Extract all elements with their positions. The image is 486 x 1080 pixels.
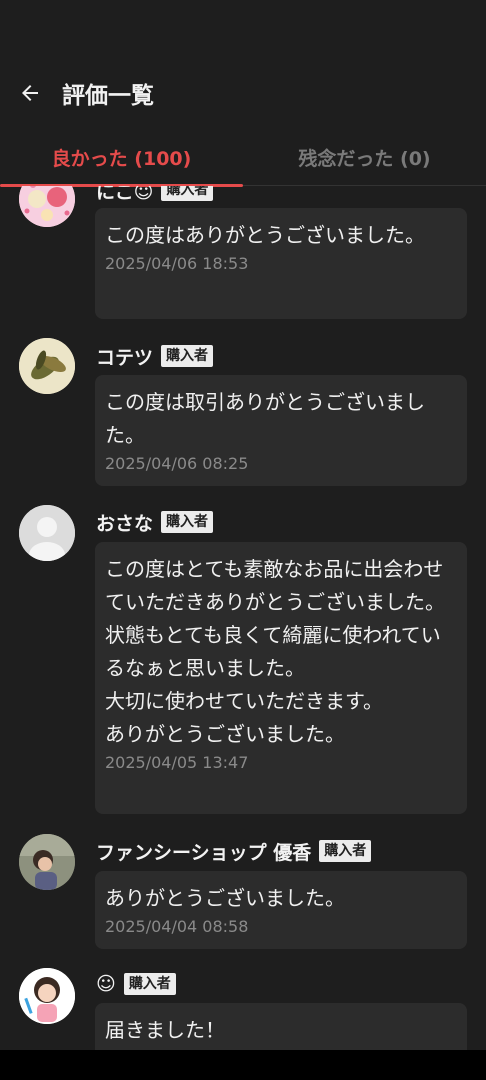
buyer-badge: 購入者 [123, 973, 176, 995]
review-message: この度はありがとうございました。 [105, 223, 425, 247]
default-avatar-icon [19, 505, 75, 561]
buyer-badge: 購入者 [319, 840, 372, 862]
system-navigation-bar [0, 1050, 486, 1080]
tab-good[interactable]: 良かった (100) [0, 128, 243, 187]
avatar[interactable] [19, 505, 75, 561]
reviewer-name[interactable]: ファンシーショップ 優香 [96, 838, 311, 865]
tab-bar: 良かった (100) 残念だった (0) [0, 128, 486, 187]
reviewer-name[interactable]: コテツ [96, 343, 153, 370]
review-message: ありがとうございました。 [105, 886, 345, 910]
review-timestamp: 2025/04/06 08:25 [105, 454, 249, 473]
avatar[interactable] [19, 186, 75, 227]
avatar[interactable] [19, 338, 75, 394]
review-message: 届きました！ [105, 1018, 225, 1042]
avatar[interactable] [19, 968, 75, 1024]
tab-bad[interactable]: 残念だった (0) [243, 128, 486, 186]
reviewer-name[interactable]: にこ☺ [96, 186, 153, 204]
review-bubble: この度はありがとうございました。 2025/04/06 18:53 [95, 208, 467, 319]
review-list[interactable]: にこ☺ 購入者 この度はありがとうございました。 2025/04/06 18:5… [0, 186, 486, 1050]
review-bubble: この度は取引ありがとうございました。 2025/04/06 08:25 [95, 375, 467, 486]
reviewer-name[interactable]: おさな [96, 509, 153, 536]
review-message: この度は取引ありがとうございました。 [105, 390, 425, 447]
buyer-badge: 購入者 [161, 511, 214, 533]
buyer-badge: 購入者 [161, 345, 214, 367]
page-title: 評価一覧 [62, 83, 154, 109]
reviewer-name[interactable]: ☺ [96, 973, 116, 995]
review-timestamp: 2025/04/05 13:47 [105, 753, 249, 772]
review-message: この度はとても素敵なお品に出会わせていただきありがとうございました。 状態もとて… [105, 557, 445, 746]
review-bubble: この度はとても素敵なお品に出会わせていただきありがとうございました。 状態もとて… [95, 542, 467, 814]
review-bubble: ありがとうございました。 2025/04/04 08:58 [95, 871, 467, 949]
review-bubble: 届きました！ [95, 1003, 467, 1050]
avatar[interactable] [19, 834, 75, 890]
review-timestamp: 2025/04/04 08:58 [105, 917, 249, 936]
buyer-badge: 購入者 [161, 186, 214, 201]
review-timestamp: 2025/04/06 18:53 [105, 254, 249, 273]
arrow-left-icon [22, 85, 38, 101]
app-header: 評価一覧 [0, 60, 486, 126]
back-button[interactable] [2, 65, 58, 121]
